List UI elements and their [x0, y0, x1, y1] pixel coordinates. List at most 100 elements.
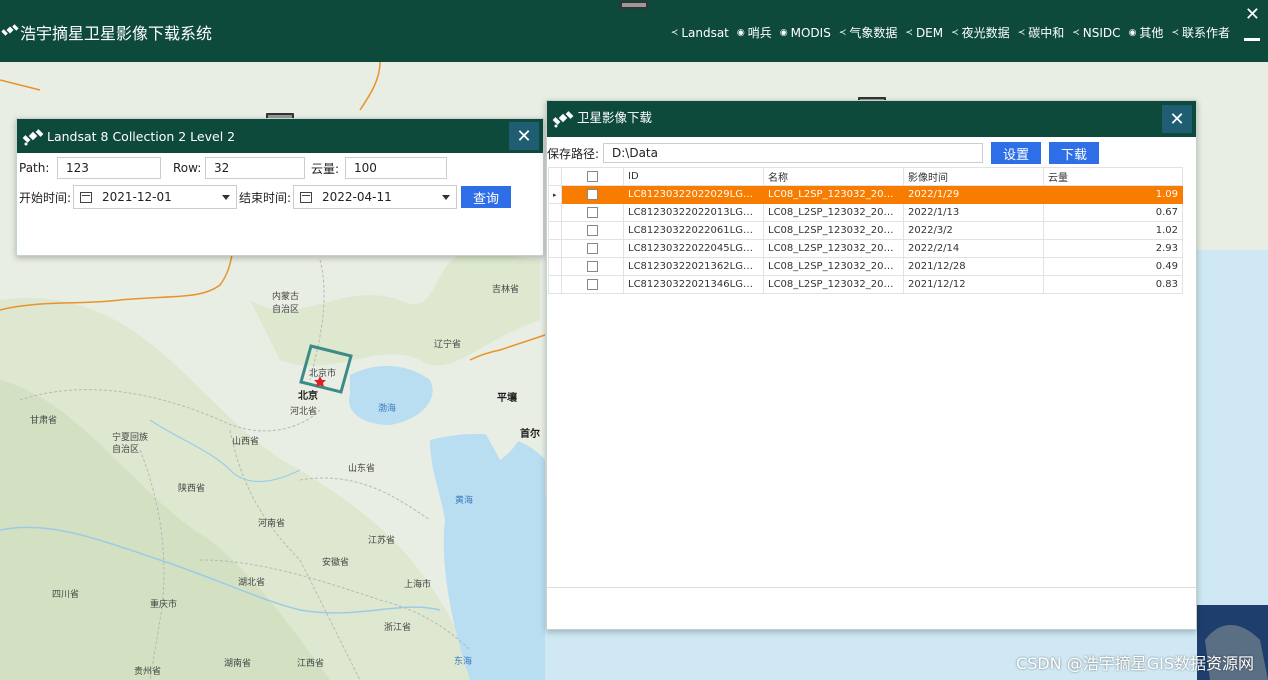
map-label: 山西省	[232, 437, 260, 447]
row-checkbox[interactable]	[587, 242, 598, 254]
row-checkbox-cell[interactable]	[561, 257, 624, 276]
column-header-cloud[interactable]: 云量	[1043, 167, 1183, 186]
row-checkbox[interactable]	[587, 260, 598, 272]
table-row[interactable]: LC81230322021362LGN00 LC08_L2SP_123032_20…	[548, 257, 1183, 276]
row-checkbox-cell[interactable]	[561, 203, 624, 222]
map-label: 山东省	[348, 464, 376, 474]
end-date-picker[interactable]: 2022-04-11	[293, 185, 457, 209]
path-input[interactable]: 123	[57, 157, 161, 179]
row-checkbox-cell[interactable]	[561, 185, 624, 204]
row-checkbox[interactable]	[587, 188, 598, 200]
table-row[interactable]: LC81230322022013LGN00 LC08_L2SP_123032_20…	[548, 203, 1183, 222]
globe-icon: ◉	[1128, 27, 1137, 38]
satellite-icon	[552, 111, 574, 128]
table-row[interactable]: ▸ LC81230322022029LGN00 LC08_L2SP_123032_2…	[548, 185, 1183, 204]
query-button[interactable]: 查询	[461, 186, 511, 208]
cell-date: 2022/2/14	[903, 239, 1044, 258]
panel-title: Landsat 8 Collection 2 Level 2	[47, 129, 236, 144]
header-drag-handle[interactable]	[620, 1, 648, 9]
cloud-input[interactable]: 100	[345, 157, 447, 179]
nav-item-9[interactable]: ≺ 联系作者	[1171, 24, 1230, 41]
calendar-icon	[80, 191, 92, 203]
nav-item-2[interactable]: ◉ MODIS	[780, 24, 831, 41]
nav-item-label: 气象数据	[849, 26, 898, 40]
cell-date: 2022/3/2	[903, 221, 1044, 240]
map-label: 吉林省	[492, 285, 520, 295]
panel-title: 卫星影像下载	[577, 110, 653, 125]
current-row-arrow-icon: ▸	[553, 190, 557, 199]
cell-date: 2022/1/13	[903, 203, 1044, 222]
path-label: Path:	[19, 161, 50, 175]
nav-item-label: DEM	[915, 25, 944, 40]
nav-item-5[interactable]: ≺ 夜光数据	[951, 24, 1010, 41]
cell-id: LC81230322022045LGN00	[623, 239, 764, 258]
calendar-icon	[300, 191, 312, 203]
start-date-picker[interactable]: 2021-12-01	[73, 185, 237, 209]
cell-cloud: 0.67	[1043, 203, 1183, 222]
minimize-icon[interactable]	[1244, 38, 1260, 41]
column-header-id[interactable]: ID	[623, 167, 764, 186]
close-icon[interactable]: ✕	[1245, 4, 1260, 25]
nav-item-7[interactable]: ≺ NSIDC	[1072, 24, 1120, 41]
table-row[interactable]: LC81230322021346LGN00 LC08_L2SP_123032_20…	[548, 275, 1183, 294]
chevron-down-icon	[222, 195, 230, 200]
row-checkbox[interactable]	[587, 278, 598, 290]
nav-item-8[interactable]: ◉ 其他	[1129, 24, 1164, 41]
globe-icon: ◉	[779, 27, 788, 38]
nav-item-1[interactable]: ◉ 哨兵	[737, 24, 772, 41]
close-icon[interactable]: ✕	[1162, 105, 1192, 133]
nav-item-3[interactable]: ≺ 气象数据	[839, 24, 898, 41]
nav-item-6[interactable]: ≺ 碳中和	[1018, 24, 1065, 41]
map-label: 辽宁省	[434, 340, 462, 350]
save-path-input[interactable]: D:\Data	[603, 143, 983, 163]
share-icon: ≺	[670, 27, 679, 38]
landsat-query-panel: Landsat 8 Collection 2 Level 2 ✕ Path: 1…	[16, 118, 544, 256]
save-path-label: 保存路径:	[547, 146, 600, 161]
download-button[interactable]: 下载	[1049, 142, 1099, 164]
main-nav: ≺ Landsat ◉ 哨兵 ◉ MODIS ≺ 气象数据 ≺ DEM ≺ 夜光数据 ≺ 碳中和 ≺ NSID…	[671, 24, 1230, 41]
nav-item-label: Landsat	[681, 25, 729, 40]
row-input[interactable]: 32	[205, 157, 305, 179]
row-checkbox-cell[interactable]	[561, 275, 624, 294]
nav-item-label: 联系作者	[1181, 26, 1230, 40]
row-checkbox[interactable]	[587, 206, 598, 218]
nav-item-0[interactable]: ≺ Landsat	[671, 24, 729, 41]
map-label: 江西省	[297, 659, 325, 669]
cell-name: LC08_L2SP_123032_20220...	[763, 239, 904, 258]
cell-id: LC81230322021362LGN00	[623, 257, 764, 276]
map-label: 平壤	[497, 393, 517, 404]
nav-item-label: MODIS	[790, 25, 831, 40]
settings-button[interactable]: 设置	[991, 142, 1041, 164]
map-label: 贵州省	[134, 667, 162, 677]
select-all-checkbox-cell[interactable]	[561, 167, 624, 186]
cell-id: LC81230322022029LGN00	[623, 185, 764, 204]
table-row[interactable]: LC81230322022061LGN00 LC08_L2SP_123032_20…	[548, 221, 1183, 240]
row-checkbox-cell[interactable]	[561, 221, 624, 240]
cell-cloud: 0.83	[1043, 275, 1183, 294]
nav-item-label: 碳中和	[1028, 26, 1065, 40]
nav-item-4[interactable]: ≺ DEM	[905, 24, 943, 41]
row-checkbox[interactable]	[587, 224, 598, 236]
start-time-label: 开始时间:	[19, 190, 72, 205]
share-icon: ≺	[1171, 27, 1179, 38]
row-indicator	[548, 257, 562, 276]
cell-id: LC81230322022061LGN00	[623, 221, 764, 240]
close-icon[interactable]: ✕	[509, 122, 539, 150]
select-all-checkbox[interactable]	[587, 170, 598, 182]
globe-icon: ◉	[736, 27, 745, 38]
column-header-date[interactable]: 影像时间	[903, 167, 1044, 186]
chevron-down-icon	[442, 195, 450, 200]
panel-header: 卫星影像下载 ✕	[547, 101, 1196, 137]
table-row[interactable]: LC81230322022045LGN00 LC08_L2SP_123032_20…	[548, 239, 1183, 258]
map-label: 自治区	[112, 445, 140, 455]
app-title: 浩宇摘星卫星影像下载系统	[20, 24, 213, 43]
row-indicator: ▸	[548, 185, 562, 204]
save-path-row: 保存路径: D:\Data 设置 下载	[547, 141, 1099, 165]
nav-item-label: 哨兵	[747, 26, 772, 40]
nav-item-label: 夜光数据	[961, 26, 1010, 40]
column-header-name[interactable]: 名称	[763, 167, 904, 186]
row-checkbox-cell[interactable]	[561, 239, 624, 258]
row-indicator	[548, 221, 562, 240]
map-label: 安徽省	[322, 558, 350, 568]
table-header-row: ID 名称 影像时间 云量	[548, 167, 1183, 186]
